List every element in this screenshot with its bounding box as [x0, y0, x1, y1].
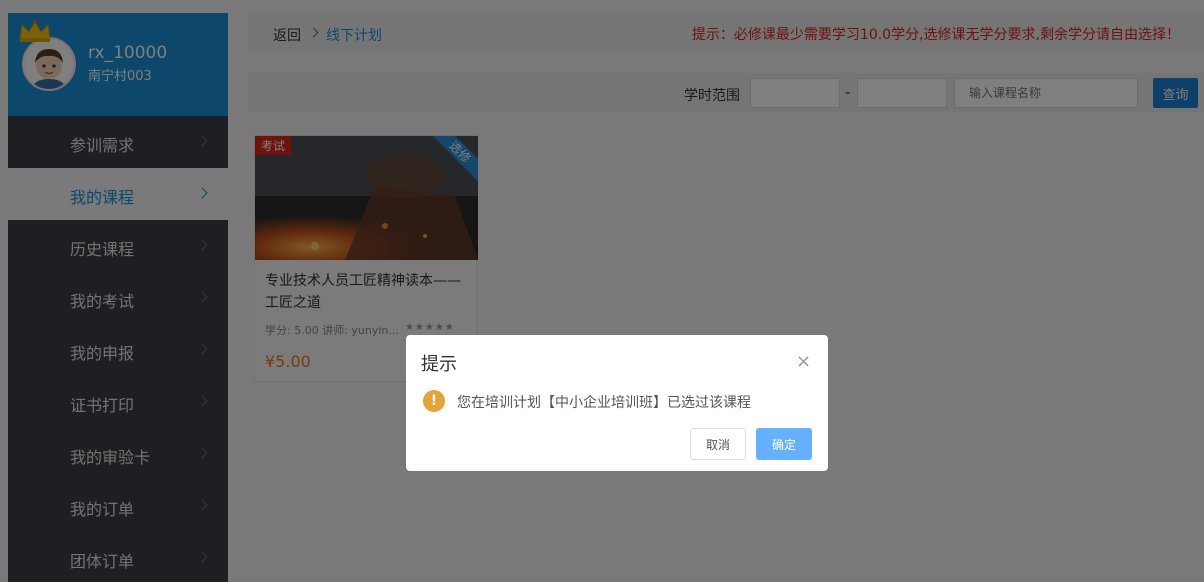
warning-icon: !: [423, 390, 445, 412]
close-icon[interactable]: ×: [796, 353, 811, 371]
cancel-button[interactable]: 取消: [690, 428, 746, 460]
dialog-title: 提示: [421, 354, 457, 375]
confirm-button[interactable]: 确定: [756, 428, 812, 460]
dialog-message: 您在培训计划【中小企业培训班】已选过该课程: [457, 395, 751, 411]
modal-overlay[interactable]: [0, 0, 1204, 582]
tip-dialog: 提示 × ! 您在培训计划【中小企业培训班】已选过该课程 取消 确定: [406, 335, 828, 471]
